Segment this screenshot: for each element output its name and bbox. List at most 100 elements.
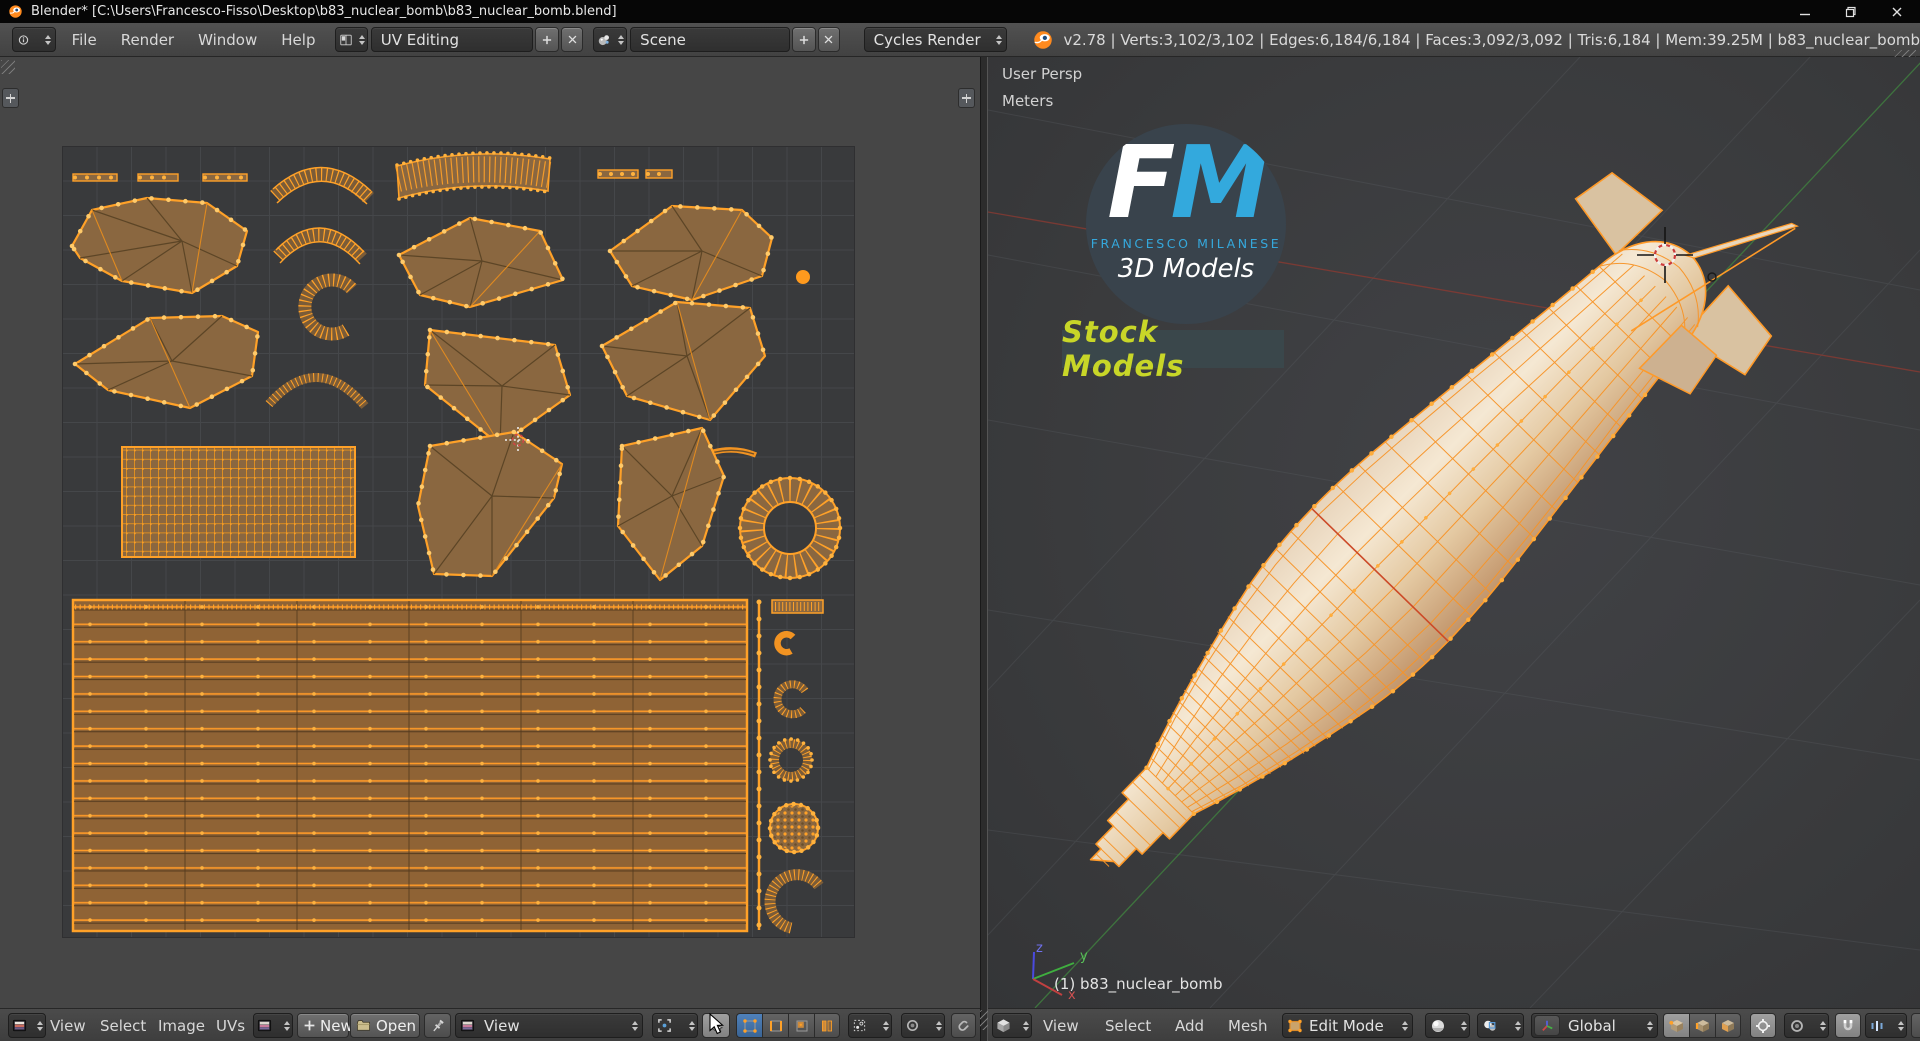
uv-menu-select[interactable]: Select <box>100 1009 146 1041</box>
face-mode-button[interactable] <box>1715 1013 1741 1038</box>
snap-increment-icon <box>1871 1020 1883 1031</box>
pin-button[interactable] <box>424 1013 451 1038</box>
scene-icon <box>598 34 610 45</box>
menu-help[interactable]: Help <box>269 31 327 49</box>
editor-type-dropdown-3d[interactable] <box>992 1013 1032 1038</box>
paperclip-snap-icon <box>957 1020 969 1031</box>
transform-orientation-group[interactable]: Global <box>1531 1013 1658 1038</box>
uv-sync-selection-toggle[interactable] <box>702 1013 730 1038</box>
uv-properties-expand-tab[interactable] <box>958 88 975 108</box>
watermark-name: FRANCESCO MILANESE <box>1090 236 1282 251</box>
edge-mode-button[interactable] <box>1689 1013 1715 1038</box>
uv-snap-toggle[interactable] <box>951 1013 976 1038</box>
chevron-up-down-icon <box>1021 1020 1031 1031</box>
chevron-up-down-icon <box>1896 1020 1906 1031</box>
uv-select-island-button[interactable] <box>814 1013 840 1038</box>
info-header: File Render Window Help UV Editing Scene… <box>0 23 1920 72</box>
viewport-shading-dropdown[interactable] <box>1425 1013 1470 1038</box>
uv-island-strips <box>72 169 673 182</box>
layout-icon <box>340 34 353 45</box>
menu-file[interactable]: File <box>60 31 109 49</box>
chevron-up-down-icon <box>1818 1020 1828 1031</box>
scene-dropdown[interactable]: Scene <box>630 27 791 52</box>
editor-type-dropdown-info[interactable] <box>12 27 56 52</box>
mode-dropdown[interactable]: Edit Mode <box>1282 1013 1413 1038</box>
vertex-mode-button[interactable] <box>1663 1013 1689 1038</box>
uv-selection-mode-buttons <box>736 1013 840 1038</box>
uv-display-mode-dropdown[interactable]: View <box>455 1013 643 1038</box>
scene-icon-dropdown[interactable] <box>593 27 628 52</box>
screen-layout-icon-dropdown[interactable] <box>335 27 368 52</box>
uv-area-corner-widget[interactable] <box>1 60 15 74</box>
uv-canvas[interactable] <box>62 146 855 938</box>
uv-select-vertex-button[interactable] <box>736 1013 762 1038</box>
delete-layout-button[interactable] <box>561 27 584 52</box>
snap-element-dropdown[interactable] <box>1865 1013 1907 1038</box>
x-icon <box>824 35 833 44</box>
add-layout-button[interactable] <box>535 27 560 52</box>
minimize-icon <box>1800 13 1810 15</box>
pivot-point-icon <box>1484 1020 1496 1031</box>
add-scene-button[interactable] <box>792 27 816 52</box>
chevron-up-down-icon <box>616 34 626 45</box>
chevron-up-down-icon <box>687 1020 697 1031</box>
image-icon <box>460 1019 475 1032</box>
pin-icon <box>432 1019 444 1031</box>
pivot-point-dropdown[interactable] <box>1477 1013 1524 1038</box>
chevron-up-down-icon <box>41 34 55 45</box>
uv-toolshelf-expand-tab[interactable] <box>2 88 19 108</box>
uv-select-edge-button[interactable] <box>762 1013 788 1038</box>
delete-scene-button[interactable] <box>817 27 840 52</box>
close-button[interactable] <box>1874 0 1920 23</box>
chevron-up-down-icon <box>35 1020 45 1031</box>
render-engine-value: Cycles Render <box>873 30 981 49</box>
snap-target-button[interactable] <box>1911 1013 1920 1038</box>
v3d-menu-add[interactable]: Add <box>1175 1009 1204 1041</box>
v3d-menu-select[interactable]: Select <box>1105 1009 1151 1041</box>
menu-render[interactable]: Render <box>109 31 186 49</box>
uv-islands-drawing <box>69 151 843 934</box>
image-icon <box>257 1019 272 1032</box>
v3d-menu-view[interactable]: View <box>1043 1009 1079 1041</box>
uv-sticky-selection-dropdown[interactable] <box>848 1013 892 1038</box>
blender-window: Blender* [C:\Users\Francesco-Fisso\Deskt… <box>0 0 1920 1041</box>
uv-menu-view[interactable]: View <box>50 1009 86 1041</box>
edit-mode-icon <box>1288 1019 1302 1032</box>
uv-pivot-dropdown[interactable] <box>652 1013 698 1038</box>
v3d-menu-mesh[interactable]: Mesh <box>1228 1009 1268 1041</box>
minimize-button[interactable] <box>1782 0 1828 23</box>
menu-window[interactable]: Window <box>186 31 269 49</box>
proportional-edit-dropdown-3d[interactable] <box>1784 1013 1829 1038</box>
editor-type-dropdown-uv[interactable] <box>8 1013 46 1038</box>
scene-statistics: v2.78 | Verts:3,102/3,102 | Edges:6,184/… <box>1063 30 1920 49</box>
chevron-up-down-icon <box>881 1020 891 1031</box>
uv-menu-image[interactable]: Image <box>158 1009 205 1041</box>
chevron-up-down-icon <box>1643 1020 1657 1031</box>
snap-toggle[interactable] <box>1835 1013 1861 1038</box>
render-engine-dropdown[interactable]: Cycles Render <box>863 27 1008 52</box>
image-datablock-dropdown[interactable] <box>253 1013 293 1038</box>
open-image-button[interactable]: Open <box>350 1013 420 1038</box>
manipulator-toggle[interactable] <box>1750 1013 1776 1038</box>
uv-proportional-edit-dropdown[interactable] <box>901 1013 945 1038</box>
screen-layout-dropdown[interactable]: UV Editing <box>370 27 534 52</box>
info-editor-icon <box>18 34 29 45</box>
new-image-button[interactable]: New <box>297 1013 353 1038</box>
chevron-up-down-icon <box>1459 1020 1469 1031</box>
mesh-select-mode-buttons <box>1663 1013 1741 1038</box>
chevron-up-down-icon <box>1398 1020 1412 1031</box>
face-select-icon <box>796 1020 807 1031</box>
restore-button[interactable] <box>1828 0 1874 23</box>
editor-divider[interactable] <box>980 57 988 1041</box>
uv-island-grid <box>121 446 356 558</box>
close-icon <box>1892 7 1902 16</box>
uv-menu-uvs[interactable]: UVs <box>216 1009 245 1041</box>
scene-value: Scene <box>640 30 686 49</box>
vertex-select-icon <box>742 1018 757 1033</box>
chevron-up-down-icon <box>282 1020 292 1031</box>
uv-selected-vertex-cluster <box>796 270 810 284</box>
axis-x-label: x <box>1068 988 1076 1003</box>
plus-icon <box>6 93 15 103</box>
manipulator-toggle-mini[interactable] <box>1534 1015 1560 1036</box>
uv-select-face-button[interactable] <box>788 1013 814 1038</box>
